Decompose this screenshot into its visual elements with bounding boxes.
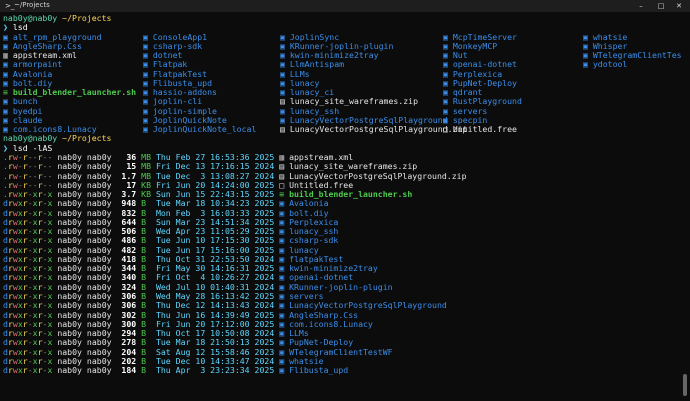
terminal-icon: >_ [5, 2, 15, 10]
file-icon: □ [443, 124, 453, 135]
table-row[interactable]: drwxr-xr-x nab0y nab0y 184 B Thu Apr 3 2… [3, 365, 681, 376]
scrollbar[interactable] [682, 14, 687, 397]
scroll-thumb[interactable] [683, 374, 687, 396]
folder-icon: ▣ [143, 124, 153, 135]
list-item[interactable]: □ Untitled.free [443, 125, 517, 134]
owner: nab0y [57, 365, 82, 376]
file-name: Flibusta_upd [289, 365, 349, 376]
prompt-line: nab0y@nab0y ~/Projects [3, 14, 681, 23]
file-name: LunacyVectorPostgreSqlPlayground.zip [289, 124, 468, 135]
group: nab0y [86, 365, 112, 376]
file-name: ydotool [592, 59, 628, 70]
list-item[interactable]: ▣ ydotool [583, 60, 627, 69]
file-icon: ▤ [280, 124, 290, 135]
terminal-output[interactable]: nab0y@nab0y ~/Projects ❯ lsd ▣ alt_rpm_pla… [3, 14, 681, 401]
prompt-line: nab0y@nab0y ~/Projects [3, 134, 681, 143]
title-bar: >_ ~/Projects – □ ✕ [0, 0, 690, 12]
command-line: ❯ lsd [3, 23, 681, 32]
list-item[interactable]: ▣ JoplinQuickNote_local [143, 125, 256, 134]
prompt-path: ~/Projects [62, 14, 112, 23]
size-unit: B [141, 365, 152, 376]
close-button[interactable]: ✕ [670, 0, 688, 12]
perm-bit: x [47, 365, 53, 376]
prompt-path: ~/Projects [62, 133, 112, 144]
lsd-grid-row: ▣ armorpaint ▣ Flatpak ▣ LlmAntispam ▣ open… [3, 60, 681, 69]
file-size: 184 [116, 365, 137, 376]
maximize-button[interactable]: □ [652, 0, 670, 12]
file-name: Untitled.free [452, 124, 517, 135]
list-item[interactable]: ▤ LunacyVectorPostgreSqlPlayground.zip [280, 125, 467, 134]
permissions: drwxr-xr-x [3, 365, 52, 375]
modified-date: Thu Apr 3 23:23:34 2025 [155, 365, 275, 376]
file-name: JoplinQuickNote_local [152, 124, 257, 135]
lsd-grid-row: ▣ Avalonia ▣ FlatpakTest ▣ LLMs ▣ Perplexic… [3, 69, 681, 79]
folder-icon: ▣ [583, 59, 593, 70]
minimize-button[interactable]: – [632, 0, 650, 12]
terminal-window: >_ ~/Projects – □ ✕ nab0y@nab0y ~/Projec… [0, 0, 690, 401]
folder-icon: ▣ [279, 365, 290, 376]
window-title: ~/Projects [14, 1, 50, 9]
lsd-grid-row: ▣ bunch ▣ joplin-cli ▤ lunacy_site_warefra… [3, 97, 681, 106]
